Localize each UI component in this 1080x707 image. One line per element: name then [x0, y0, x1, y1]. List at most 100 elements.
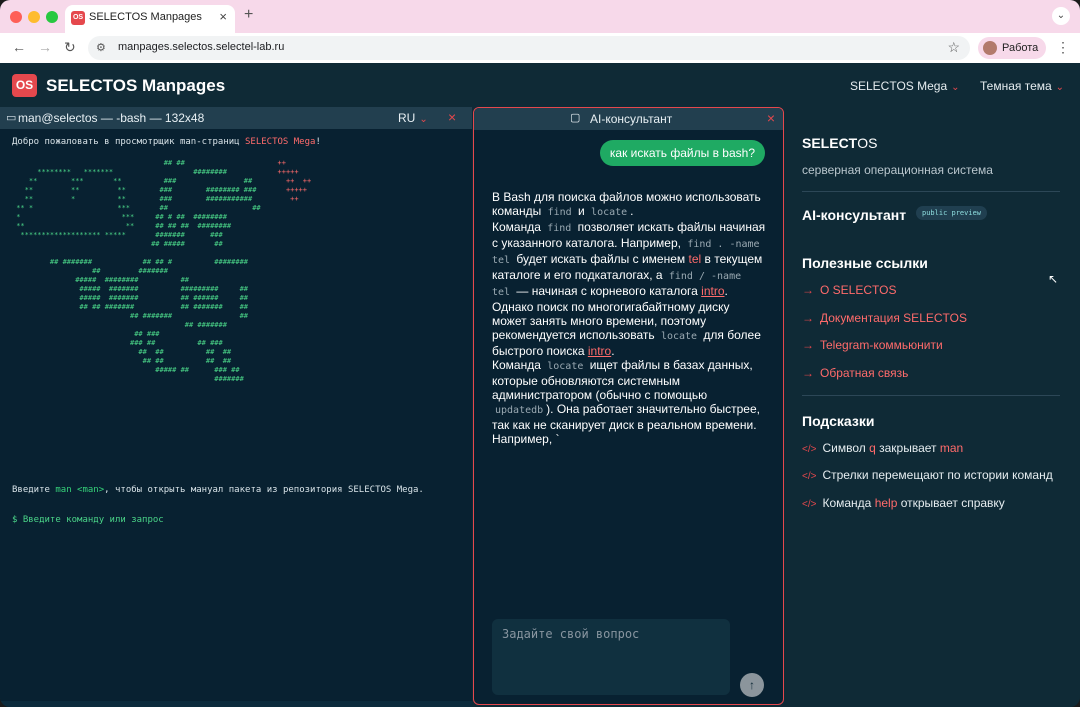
ascii-art-logo: ## ## ++ ******** ******* ######## +++++…	[12, 159, 312, 383]
tip-text: Символ	[822, 441, 870, 455]
profile-label: Работа	[1002, 42, 1039, 54]
arrow-right-icon: →	[802, 366, 814, 380]
bookmark-star-icon[interactable]: ☆	[947, 39, 960, 56]
link-label: Telegram-коммьюнити	[820, 338, 943, 352]
edition-select[interactable]: SELECTOS Mega ⌄	[850, 79, 960, 93]
link-feedback[interactable]: → Обратная связь	[802, 366, 908, 380]
code-icon: </>	[802, 471, 817, 482]
welcome-suffix: !	[315, 137, 321, 147]
man-link[interactable]: intro	[588, 344, 611, 358]
divider	[802, 395, 1060, 396]
forward-icon[interactable]: →	[38, 39, 52, 55]
answer-text: .	[630, 204, 634, 218]
new-tab-icon[interactable]: +	[244, 6, 253, 24]
tab-title: SELECTOS Manpages	[89, 11, 202, 23]
answer-text: .	[611, 344, 615, 358]
terminal-title: man@selectos — -bash — 132x48	[18, 111, 205, 125]
inline-code: find	[547, 223, 572, 234]
send-icon[interactable]: ↑	[740, 673, 764, 697]
inline-code: locate	[660, 331, 698, 342]
links-heading: Полезные ссылки	[802, 255, 928, 271]
link-label: Документация SELECTOS	[820, 311, 967, 325]
inline-code: updatedb	[495, 405, 544, 416]
answer-text: и	[574, 204, 589, 218]
ai-panel-titlebar: ▢ AI-консультант ×	[474, 108, 783, 130]
arrow-right-icon: →	[802, 283, 814, 297]
inline-code: locate	[591, 207, 628, 218]
link-telegram[interactable]: → Telegram-коммьюнити	[802, 338, 943, 352]
arrow-right-icon: →	[802, 311, 814, 325]
answer-text: будет искать файлы с именем	[513, 252, 689, 266]
chevron-down-icon: ⌄	[1055, 82, 1065, 93]
terminal-close-icon[interactable]: ×	[448, 109, 456, 125]
assistant-answer: В Bash для поиска файлов можно использов…	[492, 190, 766, 446]
page-title[interactable]: SELECTOS Manpages	[46, 76, 225, 96]
back-icon[interactable]: ←	[12, 39, 26, 55]
language-select[interactable]: RU ⌄	[398, 111, 428, 125]
chevron-down-icon: ⌄	[951, 82, 960, 93]
avatar	[983, 41, 997, 55]
reload-icon[interactable]: ↻	[64, 39, 76, 56]
link-about[interactable]: → О SELECTOS	[802, 283, 896, 297]
maximize-window-button[interactable]	[46, 11, 58, 23]
terminal-scrollbar[interactable]	[0, 701, 472, 707]
terminal-titlebar: ▭ man@selectos — -bash — 132x48 RU ⌄ ×	[0, 107, 472, 129]
public-preview-badge: public preview	[916, 206, 988, 220]
tip-text: Стрелки перемещают по истории команд	[822, 468, 1053, 482]
tip-item: </> Команда help открывает справку	[802, 496, 1005, 510]
profile-button[interactable]: Работа	[978, 37, 1046, 59]
tab-search-icon[interactable]: ⌄	[1052, 7, 1070, 25]
tip-item: </> Символ q закрывает man	[802, 441, 963, 455]
theme-select-label: Темная тема	[980, 79, 1052, 93]
answer-text: Команда	[492, 220, 545, 234]
hint-line: Введите man <man>, чтобы открыть мануал …	[12, 485, 424, 495]
link-docs[interactable]: → Документация SELECTOS	[802, 311, 967, 325]
chat-icon: ▢	[570, 112, 581, 124]
ai-panel-close-icon[interactable]: ×	[767, 110, 775, 126]
highlighted-word: tel	[688, 252, 702, 266]
man-link[interactable]: intro	[701, 284, 724, 298]
favicon-icon: OS	[71, 11, 85, 25]
browser-menu-icon[interactable]: ⋮	[1056, 39, 1070, 56]
edition-select-label: SELECTOS Mega	[850, 79, 948, 93]
close-window-button[interactable]	[10, 11, 22, 23]
command-prompt[interactable]: $ Введите команду или запрос	[12, 515, 164, 525]
code-icon: </>	[802, 444, 817, 455]
hint-command: man <man>	[55, 485, 105, 495]
welcome-accent: SELECTOS Mega	[245, 137, 316, 147]
tip-text: закрывает	[875, 441, 940, 455]
minimize-window-button[interactable]	[28, 11, 40, 23]
theme-select[interactable]: Темная тема ⌄	[980, 79, 1064, 93]
terminal-panel[interactable]: ▭ man@selectos — -bash — 132x48 RU ⌄ × До…	[0, 107, 472, 707]
inline-code: locate	[547, 361, 584, 372]
arrow-right-icon: →	[802, 338, 814, 352]
tip-text: Команда	[822, 496, 875, 510]
hint-suffix: , чтобы открыть мануал пакета из репозит…	[104, 485, 424, 495]
tip-item: </> Стрелки перемещают по истории команд	[802, 468, 1053, 482]
inline-code: find	[547, 207, 572, 218]
address-bar[interactable]: ⚙ manpages.selectos.selectel-lab.ru ☆	[88, 36, 970, 60]
user-message-bubble: как искать файлы в bash?	[599, 140, 765, 166]
tab-close-icon[interactable]: ×	[219, 9, 227, 24]
question-box	[492, 619, 730, 695]
code-icon: </>	[802, 499, 817, 510]
browser-tab[interactable]: OS SELECTOS Manpages ×	[65, 5, 235, 33]
link-label: О SELECTOS	[820, 283, 897, 297]
browser-toolbar: ← → ↻ ⚙ manpages.selectos.selectel-lab.r…	[0, 33, 1080, 63]
ai-panel-title: AI-консультант	[590, 112, 673, 126]
tip-accent: q	[869, 441, 876, 455]
question-input[interactable]	[492, 619, 730, 695]
mouse-cursor-icon: ↖	[1048, 272, 1059, 286]
logo-icon[interactable]: OS	[12, 74, 37, 97]
app: OS SELECTOS Manpages SELECTOS Mega ⌄ Темн…	[0, 63, 1080, 707]
brand-wordmark: SELECTOS	[802, 135, 877, 151]
browser-window: OS SELECTOS Manpages × + ⌄ ← → ↻ ⚙ manpa…	[0, 0, 1080, 707]
link-label: Обратная связь	[820, 366, 909, 380]
brand-tagline: серверная операционная система	[802, 163, 993, 177]
brand-bold: SELECT	[802, 135, 858, 151]
url-text[interactable]: manpages.selectos.selectel-lab.ru	[118, 41, 284, 53]
answer-text: — начиная с корневого каталога	[513, 284, 702, 298]
site-info-icon[interactable]: ⚙	[96, 41, 106, 54]
ai-consultant-panel: ▢ AI-консультант × как искать файлы в ba…	[473, 107, 784, 705]
tip-accent: help	[874, 496, 898, 510]
